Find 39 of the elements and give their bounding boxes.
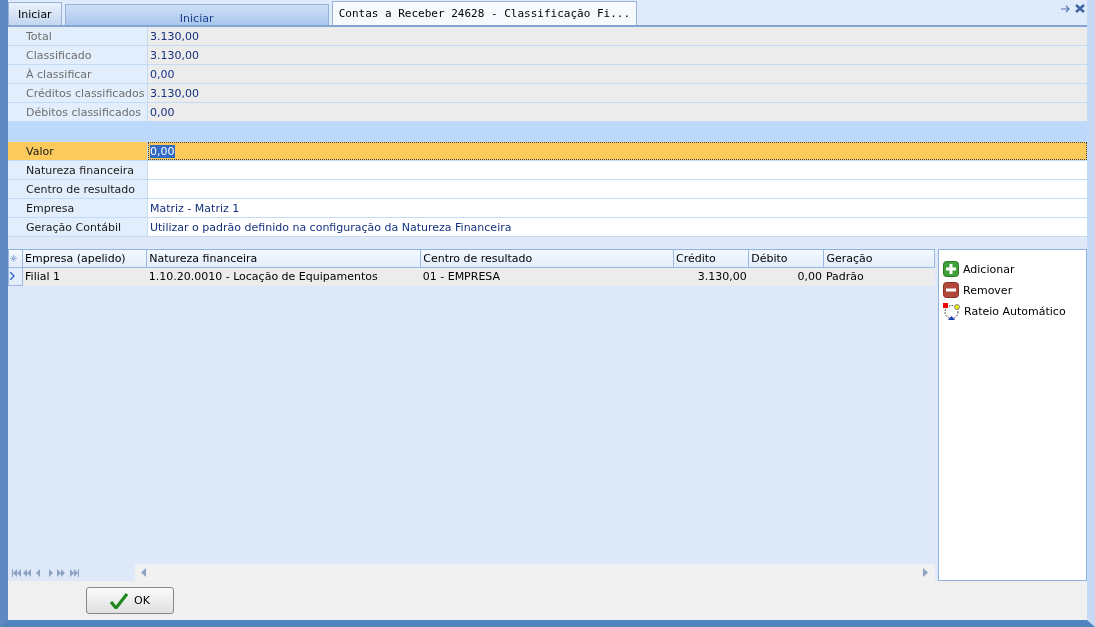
field-label: Geração Contábil [8,218,148,236]
field-label: Total [8,27,148,45]
remove-icon [943,282,959,298]
ok-button[interactable]: OK [86,587,174,614]
field-value: 3.130,00 [148,84,1087,102]
field-label: Natureza financeira [8,161,148,179]
input-field[interactable]: Matriz - Matriz 1 [148,199,1087,217]
action-link[interactable]: Remover [939,282,1013,298]
field-value: 0,00 [148,65,1087,83]
action-link[interactable]: Rateio Automático [939,303,1066,320]
field-value: 3.130,00 [148,27,1087,45]
column-header[interactable]: Débito [748,250,824,268]
column-header[interactable]: Natureza financeira [146,250,421,268]
field-label: Créditos classificados [8,84,148,102]
field-label: Valor [8,142,148,160]
field-label: Centro de resultado [8,180,148,198]
action-link[interactable]: Adicionar [939,261,1015,277]
column-chooser-icon[interactable] [10,255,17,262]
input-field[interactable]: 0,00 [148,142,1087,160]
close-icon[interactable] [1075,4,1085,13]
field-label: À classificar [8,65,148,83]
add-icon [943,261,959,277]
scroll-right-icon[interactable] [923,568,929,577]
field-value: 0,00 [148,103,1087,121]
input-field[interactable]: Utilizar o padrão definido na configuração da Natureza Financeira [148,218,1087,236]
scroll-left-icon[interactable] [141,568,147,577]
column-header[interactable]: Geração [823,250,935,268]
start-button[interactable]: Iniciar [8,2,62,25]
checkmark-icon [110,592,129,609]
field-label: Classificado [8,46,148,64]
dotted-circle-icon [943,303,960,320]
field-label: Débitos classificados [8,103,148,121]
tab[interactable]: Contas a Receber 24628 - Classificação Fi... [331,1,638,25]
field-label: Empresa [8,199,148,217]
column-header[interactable]: Crédito [673,250,749,268]
tab[interactable]: Iniciar [64,4,329,25]
column-header[interactable]: Empresa (apelido) [22,250,147,268]
field-value: 3.130,00 [148,46,1087,64]
column-header[interactable]: Centro de resultado [420,250,674,268]
